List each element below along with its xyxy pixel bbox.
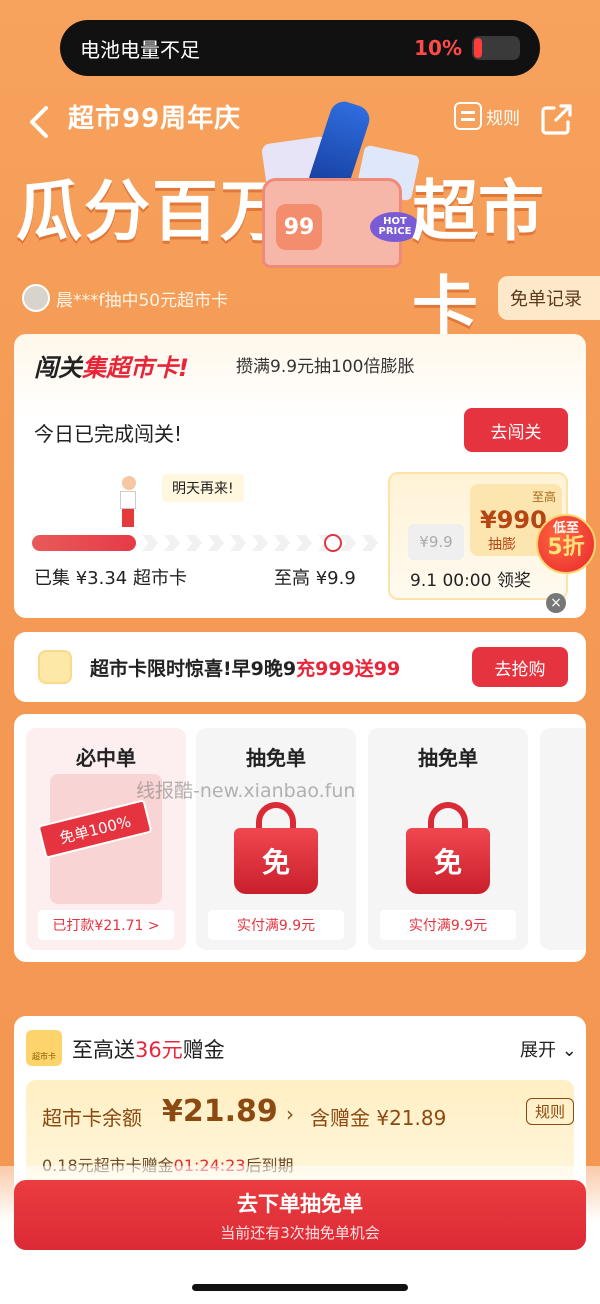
bonus-title-red: 36元 xyxy=(135,1038,183,1062)
track-chevron xyxy=(296,535,312,551)
track-chevron xyxy=(208,535,224,551)
go-challenge-button[interactable]: 去闯关 xyxy=(464,408,568,452)
tile-footer: 实付满9.9元 xyxy=(380,910,516,940)
track-chevron xyxy=(186,535,202,551)
back-arrow-icon[interactable] xyxy=(24,104,54,140)
chevron-right-icon: › xyxy=(286,1102,294,1126)
included-bonus: 含赠金 ¥21.89 xyxy=(310,1106,447,1130)
shopping-bag-icon: 免 xyxy=(406,802,490,894)
promo-text: 超市卡限时惊喜!早9晚9充999送99 xyxy=(90,654,400,681)
free-order-record-button[interactable]: 免单记录 xyxy=(498,276,600,320)
tile-title: 抽免单 xyxy=(246,746,306,770)
grab-button[interactable]: 去抢购 xyxy=(472,647,568,687)
tile-partial[interactable] xyxy=(540,728,586,950)
avatar xyxy=(22,284,50,312)
discount-badge[interactable]: 低至 5折 xyxy=(536,514,596,574)
banner-headline-left: 瓜分百万 xyxy=(16,173,288,250)
tile-draw-free[interactable]: 抽免单 免 实付满9.9元 xyxy=(368,728,528,950)
balance-rules-button[interactable]: 规则 xyxy=(526,1098,574,1125)
track-chevron xyxy=(252,535,268,551)
cta-sub: 当前还有3次抽免单机会 xyxy=(220,1224,380,1242)
track-chevron xyxy=(164,535,180,551)
challenge-status: 今日已完成闯关! xyxy=(34,422,183,446)
free-order-tiles: 必中单 免单100% 已打款¥21.71 > 抽免单 免 实付满9.9元 抽免单… xyxy=(14,714,586,962)
discount-big: 5折 xyxy=(547,535,585,561)
battery-icon xyxy=(472,36,520,60)
close-icon[interactable]: × xyxy=(546,593,566,613)
low-battery-banner: 电池电量不足 10% xyxy=(60,20,540,76)
battery-warning-text: 电池电量不足 xyxy=(80,37,200,62)
promo-text-red: 充999送99 xyxy=(296,657,401,680)
prize-big-label: 抽膨 xyxy=(488,537,516,553)
progress-goal-marker xyxy=(324,534,342,552)
promo-text-black: 超市卡限时惊喜!早9晚9 xyxy=(90,657,297,680)
challenge-title-black: 闯关 xyxy=(34,354,82,382)
tile-footer[interactable]: 已打款¥21.71 > xyxy=(38,910,174,940)
challenge-title-red: 集超市卡! xyxy=(82,354,189,382)
track-chevron xyxy=(362,535,378,551)
place-order-button[interactable]: 去下单抽免单 当前还有3次抽免单机会 xyxy=(14,1180,586,1250)
bag-label: 免 xyxy=(406,828,490,894)
expand-button[interactable]: 展开 ⌄ xyxy=(520,1036,577,1062)
page-title: 超市99周年庆 xyxy=(68,104,242,134)
tile-footer: 实付满9.9元 xyxy=(208,910,344,940)
banner-headline-right: 超市卡 xyxy=(412,173,544,346)
prize-tag: 至高 xyxy=(531,490,556,504)
tile-draw-free[interactable]: 抽免单 免 实付满9.9元 xyxy=(196,728,356,950)
shopping-bag-icon: 免 xyxy=(234,802,318,894)
cta-main: 去下单抽免单 xyxy=(237,1192,363,1216)
track-chevron xyxy=(230,535,246,551)
rules-button[interactable]: 规则 xyxy=(454,102,520,130)
bonus-title-b: 赠金 xyxy=(182,1038,225,1062)
balance-label: 超市卡余额 xyxy=(42,1106,142,1130)
rules-label: 规则 xyxy=(486,108,520,129)
challenge-subtitle: 攒满9.9元抽100倍膨胀 xyxy=(236,357,415,377)
progress-fill xyxy=(32,535,136,551)
speech-bubble: 明天再来! xyxy=(162,474,244,502)
prize-small: ¥9.9 xyxy=(408,524,464,560)
max-amount: 至高 ¥9.9 xyxy=(274,568,356,589)
box-logo: 99 xyxy=(276,204,322,250)
prize-big-value: ¥990 xyxy=(480,506,547,534)
track-chevron xyxy=(142,535,158,551)
tile-title: 抽免单 xyxy=(418,746,478,770)
winner-ticker: 晨***f抽中50元超市卡 xyxy=(22,284,228,312)
rules-icon xyxy=(454,102,482,130)
character-illustration xyxy=(120,476,138,530)
promo-card: 超市卡限时惊喜!早9晚9充999送99 去抢购 xyxy=(14,632,586,702)
challenge-title: 闯关集超市卡! xyxy=(34,348,189,383)
tile-guaranteed[interactable]: 必中单 免单100% 已打款¥21.71 > xyxy=(26,728,186,950)
home-indicator[interactable] xyxy=(192,1284,408,1291)
bonus-title: 至高送36元赠金 xyxy=(72,1034,225,1064)
prize-time: 9.1 00:00 领奖 xyxy=(410,571,531,591)
collected-amount: 已集 ¥3.34 超市卡 xyxy=(34,568,187,589)
watermark: 线报酷-new.xianbao.fun xyxy=(136,780,356,802)
share-icon[interactable] xyxy=(540,102,574,136)
winner-text: 晨***f抽中50元超市卡 xyxy=(56,290,229,311)
card-icon xyxy=(38,650,72,684)
battery-percent: 10% xyxy=(414,36,462,60)
challenge-card: 闯关集超市卡! 攒满9.9元抽100倍膨胀 今日已完成闯关! 去闯关 明天再来!… xyxy=(14,334,586,618)
balance-value: ¥21.89 xyxy=(162,1094,278,1129)
bonus-title-a: 至高送 xyxy=(72,1038,135,1062)
track-chevron xyxy=(340,535,356,551)
bag-label: 免 xyxy=(234,828,318,894)
tile-title: 必中单 xyxy=(76,746,136,770)
supermarket-card-icon: 超市卡 xyxy=(26,1030,62,1066)
discount-top: 低至 xyxy=(552,521,579,536)
track-chevron xyxy=(274,535,290,551)
